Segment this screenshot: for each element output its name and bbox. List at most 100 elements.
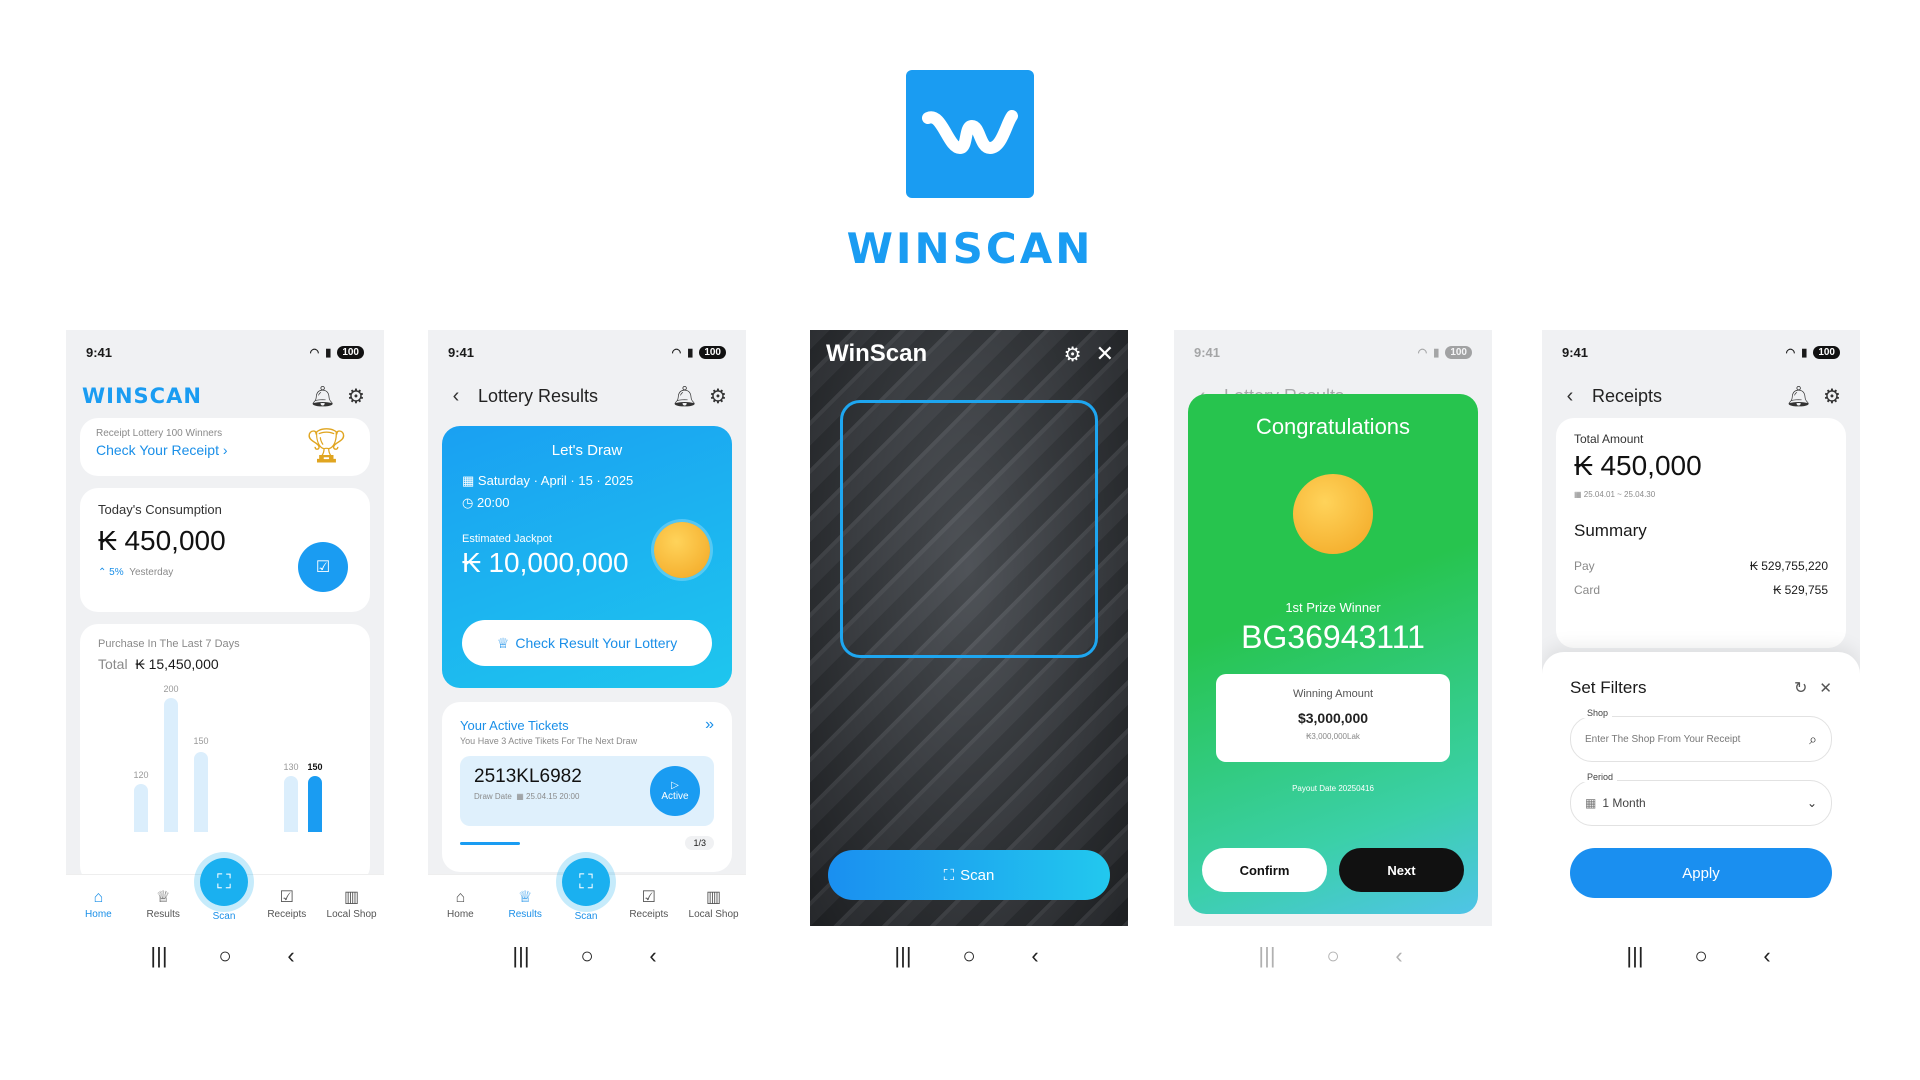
confirm-button[interactable]: Confirm [1202,848,1327,892]
amount-label: Winning Amount [1292,688,1374,700]
reset-icon[interactable]: ↻ [1794,678,1807,698]
period-field-label: Period [1583,772,1618,782]
ticket-item[interactable]: 2513KL6982 Draw Date ▦ 25.04.15 20:00 ▷ A… [460,756,714,826]
check-receipt-link[interactable]: Check Your Receipt [96,442,219,458]
weekly-bar-chart: 120 200 150 130 150 [98,682,352,832]
tab-home[interactable]: ⌂ Home [70,889,126,920]
system-nav-bar: ||| ○ ‹ [66,926,384,986]
home-circle-icon[interactable]: ○ [210,943,240,969]
promo-winners: 100 Winners [166,428,223,439]
receipts-total-card: Total Amount ₭ 450,000 ▦ 25.04.01 ~ 25.0… [1556,418,1846,648]
results-screen: 9:41 ◠ ▮ 100 ‹ Lottery Results 🔔︎ ⚙ Let's … [428,330,746,926]
last7-card: Purchase In The Last 7 Days Total ₭ 15,4… [80,624,370,884]
tab-local-shop[interactable]: ▥ Local Shop [324,887,380,920]
tab-local-shop[interactable]: ▥ Local Shop [686,887,742,920]
bar-value: 200 [163,684,179,694]
chevron-right-icon: › [222,442,228,458]
winning-amount: $3,000,000 [1297,710,1369,726]
bell-icon[interactable]: 🔔︎ [1786,384,1811,409]
tab-receipts-label: Receipts [267,909,307,920]
close-icon[interactable]: ✕ [1096,341,1114,367]
tab-home-label: Home [447,909,474,920]
today-consumption-card: Today's Consumption ₭ 450,000 ⌃ 5% Yeste… [80,488,370,612]
tab-home[interactable]: ⌂ Home [432,889,488,920]
signal-icon: ▮ [687,346,694,359]
receipt-action-button[interactable]: ☑ [298,542,348,592]
bar [284,776,298,832]
winner-screen: 9:41 ◠▮100 ‹ Lottery Results Congratulat… [1174,330,1492,926]
home-circle-icon[interactable]: ○ [572,943,602,969]
map-icon: ▥ [706,889,722,906]
scan-fab-button[interactable]: ⛶ [200,858,248,906]
gear-icon[interactable]: ⚙ [344,384,368,409]
battery-indicator: 100 [1813,345,1840,359]
close-icon[interactable]: ✕ [1819,679,1832,697]
bar [164,698,178,832]
back-icon[interactable]: ‹ [638,943,668,969]
bell-icon[interactable]: 🔔︎ [310,384,335,409]
active-badge: ▷ Active [650,766,700,816]
back-arrow-icon[interactable]: ‹ [444,385,468,408]
ticket-pager: 1/3 [685,836,714,850]
bar-value: 120 [133,770,149,780]
filter-sheet: Set Filters ↻ ✕ Shop Enter The Shop From… [1542,652,1860,926]
home-circle-icon[interactable]: ○ [954,943,984,969]
back-arrow-icon[interactable]: ‹ [1558,385,1582,408]
tab-results[interactable]: ♕ Results [135,887,191,920]
phone-scan: WinScan ⚙ ✕ ⛶ Scan ||| ○ ‹ [810,330,1128,986]
ticket-progress [460,841,520,845]
tab-receipts[interactable]: ☑ Receipts [259,887,315,920]
draw-heading: Let's Draw [551,442,623,459]
tab-results[interactable]: ♕ Results [497,887,553,920]
party-emoji-icon [1293,474,1373,554]
shop-placeholder: Enter The Shop From Your Receipt [1585,733,1741,745]
back-icon[interactable]: ‹ [1020,943,1050,969]
double-chevron-right-icon[interactable]: » [705,716,714,734]
brand-wordmark: WINSCAN [846,224,1094,273]
recents-icon[interactable]: ||| [1252,943,1282,969]
lottery-promo-card[interactable]: Receipt Lottery 100 Winners Check Your R… [80,418,370,476]
tab-results-label: Results [508,909,542,920]
signal-icon: ▮ [1433,346,1440,359]
status-time: 9:41 [448,344,475,360]
status-bar: 9:41 ◠ ▮ 100 [66,330,384,374]
tab-receipts[interactable]: ☑ Receipts [621,887,677,920]
calendar-icon: ▦ [516,792,524,801]
bell-icon[interactable]: 🔔︎ [672,384,697,409]
today-change: 5% [109,567,124,578]
gear-icon[interactable]: ⚙ [1064,342,1082,367]
scan-button[interactable]: ⛶ Scan [828,850,1110,900]
status-time: 9:41 [1194,344,1221,360]
shop-search-field[interactable]: Shop Enter The Shop From Your Receipt ⌕ [1570,708,1832,762]
recents-icon[interactable]: ||| [144,943,174,969]
summary-row-value: ₭ 529,755,220 [1749,559,1828,573]
recents-icon[interactable]: ||| [1620,943,1650,969]
home-circle-icon[interactable]: ○ [1318,943,1348,969]
draw-card: Let's Draw ▦ Saturday · April · 15 · 202… [442,426,732,688]
receipts-header: ‹ Receipts 🔔︎ ⚙ [1542,374,1860,418]
wifi-icon: ◠ [309,346,320,359]
recents-icon[interactable]: ||| [506,943,536,969]
gear-icon[interactable]: ⚙ [706,384,730,409]
payout-date: Payout Date 20250416 [1292,784,1374,793]
chevron-down-icon: ⌄ [1806,796,1817,810]
period-select[interactable]: Period ▦ 1 Month ⌄ [1570,772,1832,826]
trophy-icon: ♕ [156,889,171,906]
search-icon[interactable]: ⌕ [1809,731,1817,748]
last7-label: Purchase In The Last 7 Days [98,638,240,650]
back-icon[interactable]: ‹ [1384,943,1414,969]
period-value: 1 Month [1602,796,1646,810]
apply-button[interactable]: Apply [1570,848,1832,898]
scan-fab-button[interactable]: ⛶ [562,858,610,906]
map-icon: ▥ [344,889,360,906]
home-circle-icon[interactable]: ○ [1686,943,1716,969]
check-result-button[interactable]: ♕ Check Result Your Lottery [462,620,712,666]
scan-header: WinScan ⚙ ✕ [826,340,1114,368]
back-icon[interactable]: ‹ [1752,943,1782,969]
gear-icon[interactable]: ⚙ [1820,384,1844,409]
recents-icon[interactable]: ||| [888,943,918,969]
back-icon[interactable]: ‹ [276,943,306,969]
summary-heading: Summary [1574,521,1647,540]
tab-results-label: Results [146,909,180,920]
next-button[interactable]: Next [1339,848,1464,892]
